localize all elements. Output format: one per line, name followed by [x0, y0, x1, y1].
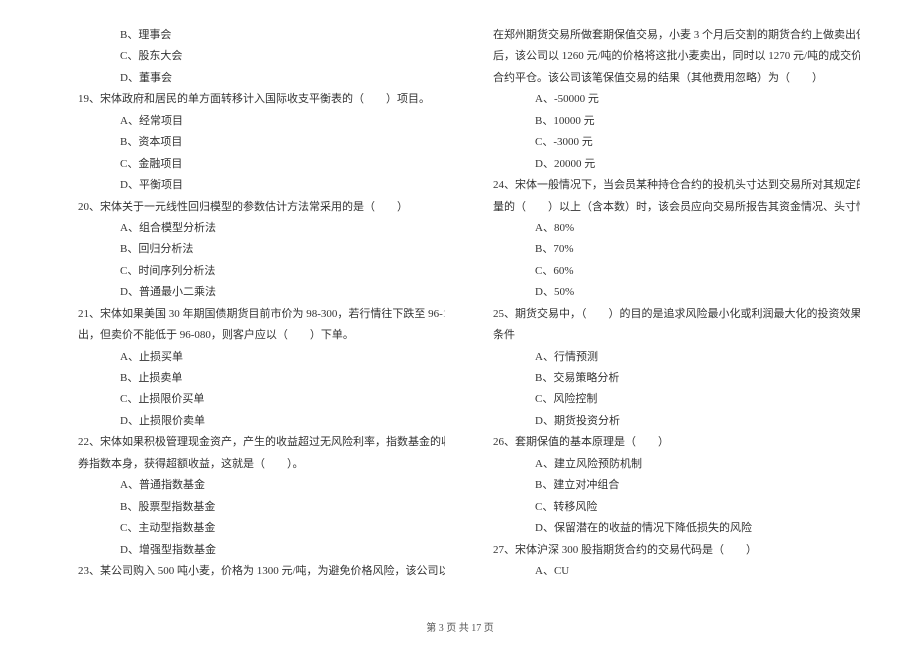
page-footer: 第 3 页 共 17 页: [0, 619, 920, 639]
option: C、60%: [485, 261, 860, 282]
option: A、建立风险预防机制: [485, 454, 860, 475]
option: B、理事会: [70, 25, 445, 46]
question-24-line1: 24、宋体一般情况下，当会员某种持仓合约的投机头寸达到交易所对其规定的投机头寸持…: [485, 175, 860, 196]
question-23-cont2: 后，该公司以 1260 元/吨的价格将这批小麦卖出，同时以 1270 元/吨的成…: [485, 46, 860, 67]
question-20: 20、宋体关于一元线性回归模型的参数估计方法常采用的是（ ）: [70, 197, 445, 218]
option: D、20000 元: [485, 154, 860, 175]
option: A、普通指数基金: [70, 475, 445, 496]
option: C、风险控制: [485, 389, 860, 410]
option: A、CU: [485, 561, 860, 582]
option: B、交易策略分析: [485, 368, 860, 389]
option: B、70%: [485, 239, 860, 260]
question-24-line2: 量的（ ）以上（含本数）时，该会员应向交易所报告其资金情况、头寸情况等。: [485, 197, 860, 218]
left-column: B、理事会 C、股东大会 D、董事会 19、宋体政府和居民的单方面转移计入国际收…: [70, 25, 445, 600]
option: D、期货投资分析: [485, 411, 860, 432]
option: A、经常项目: [70, 111, 445, 132]
option: B、回归分析法: [70, 239, 445, 260]
question-23: 23、某公司购入 500 吨小麦，价格为 1300 元/吨，为避免价格风险，该公…: [70, 561, 445, 582]
option: A、止损买单: [70, 347, 445, 368]
question-23-cont1: 在郑州期货交易所做套期保值交易，小麦 3 个月后交割的期货合约上做卖出保值并成交…: [485, 25, 860, 46]
question-21-line2: 出，但卖价不能低于 96-080，则客户应以（ ）下单。: [70, 325, 445, 346]
option: D、平衡项目: [70, 175, 445, 196]
option: D、保留潜在的收益的情况下降低损失的风险: [485, 518, 860, 539]
option: C、时间序列分析法: [70, 261, 445, 282]
option: C、金融项目: [70, 154, 445, 175]
option: D、普通最小二乘法: [70, 282, 445, 303]
option: D、止损限价卖单: [70, 411, 445, 432]
option: A、行情预测: [485, 347, 860, 368]
question-23-cont3: 合约平仓。该公司该笔保值交易的结果（其他费用忽略）为（ ）: [485, 68, 860, 89]
question-27: 27、宋体沪深 300 股指期货合约的交易代码是（ ）: [485, 540, 860, 561]
question-25-line1: 25、期货交易中，（ ）的目的是追求风险最小化或利润最大化的投资效果。期货从业报…: [485, 304, 860, 325]
question-21-line1: 21、宋体如果美国 30 年期国债期货目前市价为 98-300，若行情往下跌至 …: [70, 304, 445, 325]
option: A、-50000 元: [485, 89, 860, 110]
option: D、董事会: [70, 68, 445, 89]
question-25-line2: 条件: [485, 325, 860, 346]
option: C、-3000 元: [485, 132, 860, 153]
option: D、50%: [485, 282, 860, 303]
option: B、资本项目: [70, 132, 445, 153]
option: B、10000 元: [485, 111, 860, 132]
option: A、80%: [485, 218, 860, 239]
option: C、止损限价买单: [70, 389, 445, 410]
option: C、主动型指数基金: [70, 518, 445, 539]
option: B、止损卖单: [70, 368, 445, 389]
option: B、股票型指数基金: [70, 497, 445, 518]
page-columns: B、理事会 C、股东大会 D、董事会 19、宋体政府和居民的单方面转移计入国际收…: [70, 25, 860, 600]
question-19: 19、宋体政府和居民的单方面转移计入国际收支平衡表的（ ）项目。: [70, 89, 445, 110]
question-26: 26、套期保值的基本原理是（ ）: [485, 432, 860, 453]
question-22-line2: 券指数本身，获得超额收益，这就是（ ）。: [70, 454, 445, 475]
option: D、增强型指数基金: [70, 540, 445, 561]
option: B、建立对冲组合: [485, 475, 860, 496]
question-22-line1: 22、宋体如果积极管理现金资产，产生的收益超过无风险利率，指数基金的收益就将会超…: [70, 432, 445, 453]
option: C、转移风险: [485, 497, 860, 518]
right-column: 在郑州期货交易所做套期保值交易，小麦 3 个月后交割的期货合约上做卖出保值并成交…: [485, 25, 860, 600]
option: A、组合模型分析法: [70, 218, 445, 239]
option: C、股东大会: [70, 46, 445, 67]
